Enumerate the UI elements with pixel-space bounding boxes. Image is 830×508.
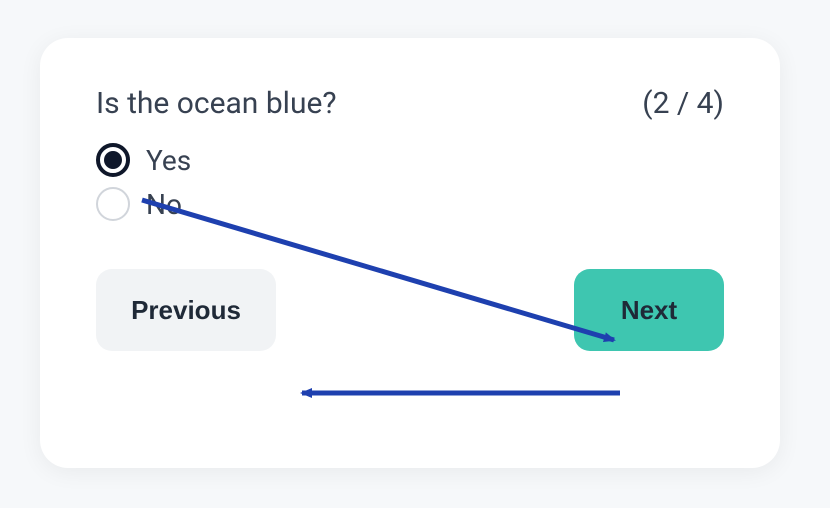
option-no-label: No — [146, 188, 182, 221]
options-group: Yes No — [96, 143, 724, 221]
diagram-canvas: Is the ocean blue? (2 / 4) Yes No Previo… — [0, 0, 830, 508]
button-row: Previous Next — [96, 269, 724, 351]
step-counter: (2 / 4) — [642, 86, 724, 121]
card-header: Is the ocean blue? (2 / 4) — [96, 86, 724, 121]
option-no[interactable]: No — [96, 187, 724, 221]
question-text: Is the ocean blue? — [96, 86, 337, 121]
option-yes[interactable]: Yes — [96, 143, 724, 177]
radio-yes-icon[interactable] — [96, 143, 130, 177]
radio-no-icon[interactable] — [96, 187, 130, 221]
previous-button[interactable]: Previous — [96, 269, 276, 351]
option-yes-label: Yes — [146, 144, 191, 177]
question-card: Is the ocean blue? (2 / 4) Yes No Previo… — [40, 38, 780, 468]
next-button[interactable]: Next — [574, 269, 724, 351]
